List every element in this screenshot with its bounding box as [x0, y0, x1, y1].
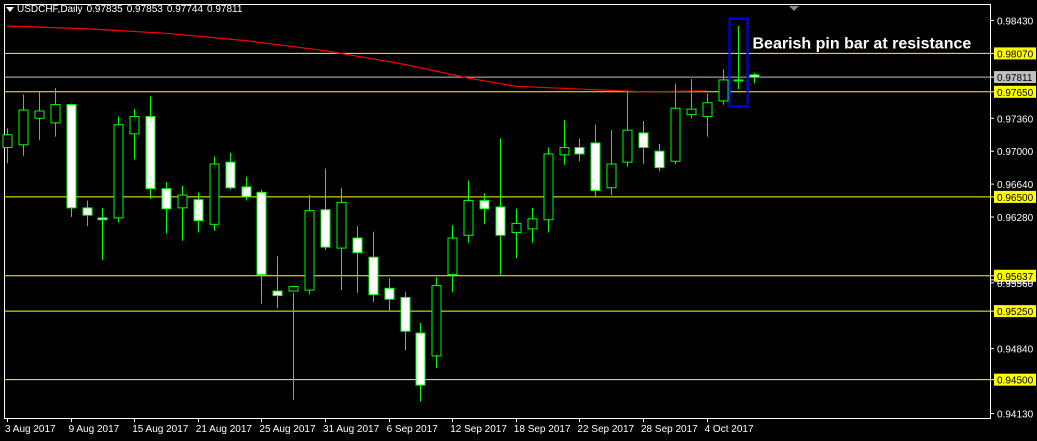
candle-body — [225, 161, 236, 189]
chart-window[interactable]: Bearish pin bar at resistance 0.98430 0.98… — [0, 0, 1037, 441]
candle-body — [193, 199, 204, 222]
x-tick-label: 31 Aug 2017 — [323, 424, 380, 435]
candle-body — [320, 209, 331, 248]
y-tick-label: 0.97650 — [997, 88, 1034, 99]
candle-body — [82, 207, 93, 216]
candle-body — [288, 285, 299, 292]
high-price: 0.97853 — [126, 4, 163, 15]
candle-body — [18, 109, 29, 146]
x-tick-label: 22 Sep 2017 — [577, 424, 634, 435]
symbol-label: USDCHF,Daily — [17, 4, 83, 15]
candle-body — [590, 142, 601, 191]
candle-body — [400, 296, 411, 332]
candle-body — [686, 108, 697, 116]
low-price: 0.97744 — [166, 4, 204, 15]
y-tick-label: 0.94500 — [997, 376, 1034, 387]
x-tick-label: 3 Aug 2017 — [5, 424, 56, 435]
x-tick-label: 12 Sep 2017 — [450, 424, 507, 435]
candle-body — [241, 186, 252, 198]
y-tick-label: 0.94130 — [997, 410, 1034, 421]
y-tick-label: 0.96640 — [997, 180, 1034, 191]
candle-body — [66, 104, 77, 209]
candle-body — [415, 332, 426, 386]
candle-body — [511, 222, 522, 234]
y-tick-label: 0.95250 — [997, 307, 1034, 318]
close-price: 0.97811 — [207, 4, 243, 15]
y-tick-label: 0.98070 — [997, 49, 1034, 60]
x-tick-label: 28 Sep 2017 — [641, 424, 698, 435]
y-tick-label: 0.96500 — [997, 193, 1034, 204]
y-tick-label: 0.97811 — [997, 73, 1033, 84]
x-tick-label: 18 Sep 2017 — [514, 424, 571, 435]
candle-body — [718, 79, 729, 102]
candle-body — [733, 79, 744, 82]
candle-body — [670, 107, 681, 162]
y-tick-label: 0.98430 — [997, 17, 1034, 28]
x-tick-label: 15 Aug 2017 — [132, 424, 189, 435]
candle-body — [543, 153, 554, 221]
candle-body — [209, 163, 220, 225]
candle-body — [431, 285, 442, 357]
chevron-down-icon[interactable] — [6, 6, 14, 12]
x-tick-label: 25 Aug 2017 — [259, 424, 316, 435]
candle-body — [50, 104, 61, 124]
candle-body — [447, 237, 458, 276]
candlestick-chart[interactable]: Bearish pin bar at resistance 0.98430 0.98… — [0, 0, 1037, 441]
candle-body — [256, 191, 267, 276]
y-tick-label: 0.97000 — [997, 147, 1034, 158]
candle-body — [463, 200, 474, 236]
y-tick-label: 0.97360 — [997, 114, 1034, 125]
candle-body — [304, 210, 315, 291]
candle-body — [161, 188, 172, 210]
candle-body — [527, 218, 538, 230]
y-tick-label: 0.96280 — [997, 213, 1034, 224]
annotation-text: Bearish pin bar at resistance — [753, 35, 972, 52]
candle-body — [559, 147, 570, 156]
candle-body — [129, 115, 140, 135]
x-tick-label: 21 Aug 2017 — [196, 424, 253, 435]
open-price: 0.97835 — [86, 4, 123, 15]
x-tick-label: 9 Aug 2017 — [69, 424, 120, 435]
candle-body — [606, 163, 617, 189]
x-tick-label: 6 Sep 2017 — [387, 424, 439, 435]
candle-body — [654, 150, 665, 169]
candle-body — [622, 129, 633, 163]
candle-body — [479, 200, 490, 210]
candle-body — [2, 134, 13, 149]
candle-body — [177, 194, 188, 209]
y-tick-label: 0.94840 — [997, 345, 1034, 356]
candle-body — [145, 115, 156, 190]
candle-body — [113, 124, 124, 219]
candle-body — [352, 237, 363, 254]
chart-background — [0, 0, 1037, 441]
candle-body — [272, 290, 283, 297]
candle-body — [749, 74, 760, 78]
candle-body — [702, 102, 713, 117]
candle-body — [638, 132, 649, 149]
candle-body — [368, 256, 379, 296]
candle-body — [336, 201, 347, 249]
y-tick-label: 0.95560 — [997, 279, 1034, 290]
candle-body — [34, 110, 45, 119]
candle-body — [574, 147, 585, 155]
x-tick-label: 4 Oct 2017 — [705, 424, 754, 435]
candle-body — [97, 217, 108, 221]
candle-body — [495, 206, 506, 236]
chart-header: USDCHF,Daily 0.97835 0.97853 0.97744 0.97811 — [6, 4, 246, 15]
candle-body — [384, 287, 395, 300]
